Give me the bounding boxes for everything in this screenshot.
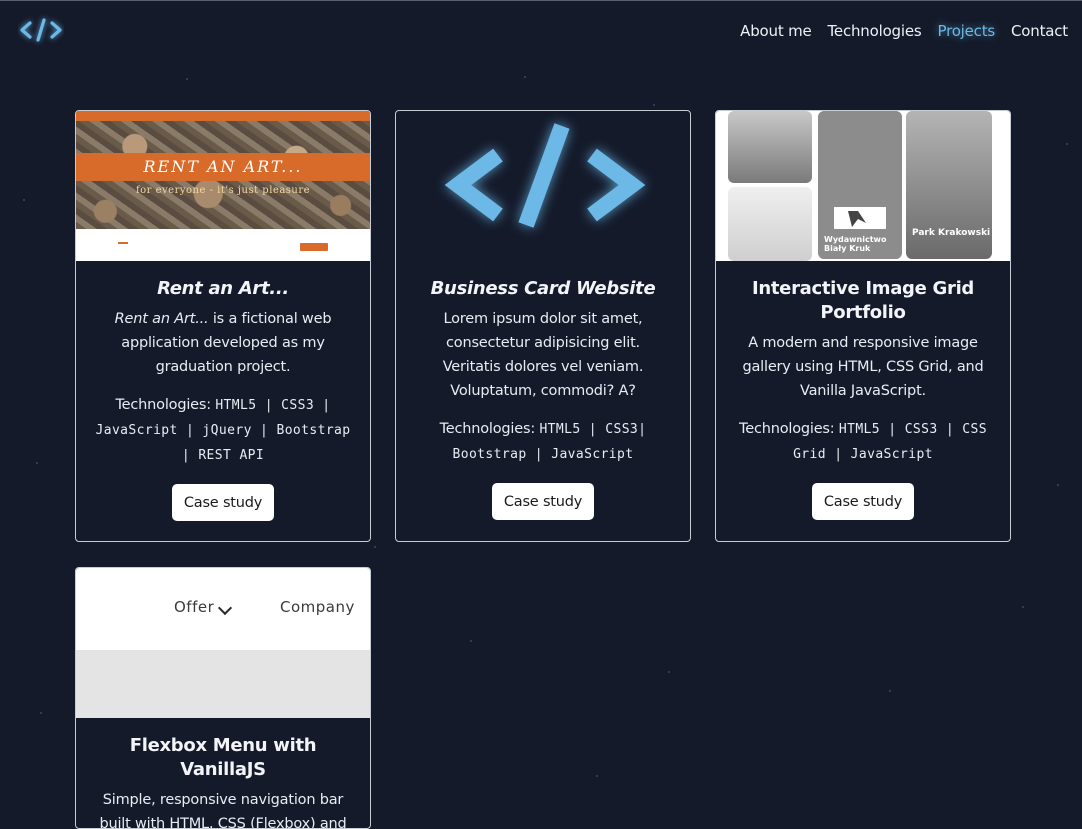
project-description: Rent an Art... is a fictional web applic… [96, 307, 350, 379]
project-thumbnail: Offer Company [76, 568, 370, 718]
nav-projects[interactable]: Projects [937, 22, 995, 40]
main-nav: About me Technologies Projects Contact [740, 22, 1068, 40]
chevron-down-icon [217, 600, 233, 616]
grid-photo: Park Krakowski [906, 111, 992, 259]
project-description: Lorem ipsum dolor sit amet, consectetur … [442, 311, 644, 399]
project-title: Rent an Art... [157, 278, 289, 299]
thumbnail-subtitle: for everyone - it's just pleasure [135, 185, 311, 196]
grid-caption: Park Krakowski [912, 228, 991, 238]
grid-photo: Wydawnictwo Biały Kruk [818, 111, 902, 259]
project-technologies: Technologies: HTML5 | CSS3 | CSS Grid | … [732, 417, 994, 467]
case-study-button[interactable]: Case study [812, 483, 914, 520]
tech-prefix: Technologies: [739, 421, 839, 437]
menu-preview-body [76, 650, 370, 718]
project-title: Flexbox Menu with VanillaJS [129, 735, 317, 780]
project-description: A modern and responsive image gallery us… [742, 335, 984, 399]
nav-about-me[interactable]: About me [740, 22, 812, 40]
project-technologies: Technologies: HTML5 | CSS3 | JavaScript … [92, 393, 354, 468]
case-study-button[interactable]: Case study [492, 483, 594, 520]
grid-photo [728, 111, 812, 183]
menu-preview-item: Offer [174, 598, 215, 616]
project-technologies: Technologies: HTML5 | CSS3| Bootstrap | … [412, 417, 674, 467]
thumbnail-banner: RENT AN ART... [76, 153, 370, 181]
nav-technologies[interactable]: Technologies [828, 22, 922, 40]
project-card-flexbox-menu: Offer Company Flexbox Menu with VanillaJ… [75, 567, 371, 829]
project-card-business-card: Business Card Website Lorem ipsum dolor … [395, 110, 691, 542]
project-thumbnail: RENT AN ART... for everyone - it's just … [76, 111, 370, 261]
image-grid-preview: Wydawnictwo Biały Kruk Park Krakowski [716, 111, 1010, 261]
menu-preview-item: Company [280, 598, 355, 616]
project-card-image-grid: Wydawnictwo Biały Kruk Park Krakowski In… [715, 110, 1011, 542]
tech-prefix: Technologies: [439, 421, 540, 437]
project-title: Interactive Image Grid Portfolio [751, 278, 975, 323]
thumbnail-top-bar [76, 111, 370, 121]
code-brackets-icon[interactable] [18, 14, 64, 46]
grid-photo [728, 187, 812, 261]
tech-prefix: Technologies: [115, 397, 216, 413]
project-name-emphasis: Rent an Art... [114, 311, 209, 327]
nav-contact[interactable]: Contact [1011, 22, 1068, 40]
project-thumbnail: Wydawnictwo Biały Kruk Park Krakowski [716, 111, 1010, 261]
grid-caption: Wydawnictwo Biały Kruk [824, 235, 887, 253]
code-brackets-icon [444, 123, 646, 228]
project-thumbnail [396, 111, 690, 261]
project-title: Business Card Website [430, 278, 656, 299]
project-description: Simple, responsive navigation bar built … [99, 792, 347, 829]
menu-preview: Offer Company [76, 568, 370, 650]
site-header: About me Technologies Projects Contact [0, 0, 1082, 64]
thumbnail-footer [76, 229, 370, 261]
project-card-rent-an-art: RENT AN ART... for everyone - it's just … [75, 110, 371, 542]
case-study-button[interactable]: Case study [172, 484, 274, 521]
